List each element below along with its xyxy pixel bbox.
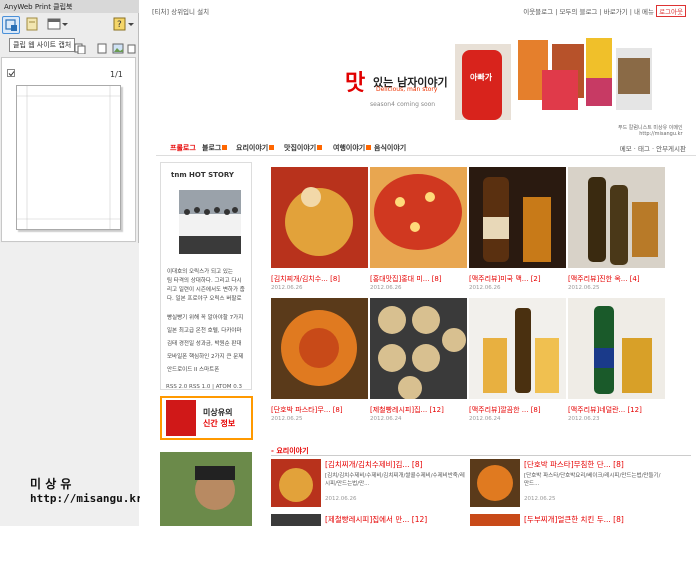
list-post[interactable]: [김치찌개/김치수제비]김... [8] [김치/김치수제비/수제비/김치찌개/… — [271, 459, 471, 514]
help-icon: ? — [113, 17, 134, 31]
tnm-story-line: 팀 타격의 상대하다. 그리고 다시 — [167, 278, 242, 284]
blog-nav: 프롤로그 블로그 요리이야기 맛집이야기 여행이야기 음식이야기 메모 · 태그… — [156, 140, 696, 156]
tnm-story-link[interactable]: 안드로이드 II 스마트폰 — [167, 365, 219, 373]
list-thumbnail — [470, 459, 520, 507]
clipbook-sidebar: AnyWeb Print 클립북 ? 클립 웹 사이트 캡처 1/1 — [0, 0, 139, 526]
page-thumbnail[interactable] — [16, 85, 121, 230]
post-thumbnail — [568, 298, 665, 399]
image-button[interactable] — [112, 43, 124, 54]
logout-button[interactable]: 로그아웃 — [656, 5, 686, 17]
capture-site-button[interactable] — [2, 16, 20, 34]
post-card[interactable]: [김치찌개/김치수... [8] 2012.06.26 — [271, 167, 368, 292]
blog-page: [티처] 상위입니 설치 이웃블로그 | 모두의 블로그 | 바로가기 | 내 … — [140, 0, 700, 526]
new-tag-icon — [366, 145, 372, 150]
list-thumbnail — [470, 514, 520, 526]
book-cover-image — [166, 400, 196, 436]
post-card[interactable]: [맥주리뷰]네덜란... [12] 2012.06.23 — [568, 298, 665, 423]
post-thumbnail — [370, 167, 467, 268]
image-icon — [112, 43, 124, 54]
copy-button[interactable] — [74, 43, 86, 54]
clip-page-panel: 1/1 — [1, 57, 136, 242]
top-right-links: 이웃블로그 | 모두의 블로그 | 바로가기 | 내 메뉴 로그아웃 — [523, 5, 686, 17]
nav-food[interactable]: 음식이야기 — [374, 143, 406, 153]
new-tag-icon — [222, 145, 228, 150]
tnm-header: tnm HOT STORY — [171, 171, 234, 179]
post-thumbnail — [271, 167, 368, 268]
nav-travel[interactable]: 여행이야기 — [333, 143, 372, 153]
top-left-notice[interactable]: [티처] 상위입니 설치 — [152, 6, 209, 16]
ad-line1: 미상유의 — [203, 408, 233, 417]
post-card[interactable]: [제철빵레시피]집... [12] 2012.06.24 — [370, 298, 467, 423]
sidebar-title: AnyWeb Print 클립북 — [0, 0, 139, 13]
window-icon — [47, 18, 68, 30]
author-photo[interactable] — [160, 452, 252, 526]
link-everyone-blog[interactable]: 모두의 블로그 — [559, 8, 597, 16]
banner-credit: 푸드 칼럼니스트 미상유 이메인 http://misangu.kr — [618, 125, 683, 137]
page-indicator: 1/1 — [110, 70, 123, 79]
delete-icon — [127, 44, 136, 54]
page-icon — [97, 43, 107, 54]
link-shortcut[interactable]: 바로가기 — [604, 8, 628, 16]
banner-book-title: 아빠가 — [470, 72, 493, 82]
ad-line2: 신간 정보 — [203, 419, 236, 428]
author-photo-image — [160, 452, 252, 526]
capture-icon — [5, 19, 17, 31]
window-button[interactable] — [46, 16, 68, 34]
rss-links[interactable]: RSS 2.0 RSS 1.0 | ATOM 0.3 — [166, 384, 242, 390]
post-card[interactable]: [맥주리뷰]진한 옥... [4] 2012.06.25 — [568, 167, 665, 292]
tnm-hot-story-box: tnm HOT STORY 이대호의 오릭스가 되고 있는 팀 타격의 상대하다… — [160, 162, 252, 390]
post-thumbnail — [271, 298, 368, 399]
logo-mat-char[interactable]: 맛 — [345, 65, 365, 97]
nav-right-links[interactable]: 메모 · 태그 · 안부게시판 — [620, 143, 686, 153]
new-tag-icon — [269, 145, 275, 150]
post-card[interactable]: [홍대맛집]홍대 미... [8] 2012.06.26 — [370, 167, 467, 292]
check-icon — [8, 71, 15, 77]
post-card[interactable]: [맥주리뷰]미국 맥... [2] 2012.06.26 — [469, 167, 566, 292]
tnm-story-link[interactable]: 일본 최고급 온천 호텔, 다카야마 — [167, 326, 242, 334]
logo-season: season4 coming soon — [370, 101, 436, 108]
post-card[interactable]: [단호박 파스타]무... [8] 2012.06.25 — [271, 298, 368, 423]
list-post[interactable]: [제철빵레시피]집에서 만... [12] — [271, 514, 471, 569]
nav-restaurants[interactable]: 맛집이야기 — [284, 143, 323, 153]
tnm-story-line[interactable]: 이대호의 오릭스가 되고 있는 — [167, 267, 233, 275]
sidebar-subtoolbar — [0, 40, 139, 56]
list-thumbnail — [271, 514, 321, 526]
logo-subtitle: Delicious, man story — [376, 86, 438, 93]
list-thumbnail — [271, 459, 321, 507]
tnm-story-line: 다. 일본 프로야구 오릭스 버팔로 — [167, 296, 242, 302]
post-thumbnail — [469, 298, 566, 399]
tnm-story-link[interactable]: 모바일폰 핵심하인 2가지 큰 문제 — [167, 352, 243, 360]
nav-prologue[interactable]: 프롤로그 — [170, 143, 196, 153]
author-name: 미 상 유 — [30, 477, 72, 491]
page-button[interactable] — [96, 43, 108, 54]
page-checkbox[interactable] — [7, 69, 15, 77]
new-book-ad[interactable]: 미상유의 신간 정보 — [160, 396, 253, 440]
svg-text:?: ? — [117, 20, 122, 30]
clip-icon — [26, 17, 38, 31]
post-thumbnail — [370, 298, 467, 399]
nav-cooking[interactable]: 요리이야기 — [236, 143, 275, 153]
help-button[interactable]: ? — [112, 16, 134, 34]
list-post[interactable]: [단호박 파스타]무침한 단... [8] [단호박 파스타/단호박요리/베이크… — [470, 459, 685, 514]
page-margin-guides — [17, 86, 120, 229]
sidebar-toolbar: ? — [0, 13, 139, 39]
author-url: http://misangu.kr — [30, 492, 143, 505]
list-post[interactable]: [두부찌개]얼큰한 치킨 두... [8] — [470, 514, 685, 569]
post-thumbnail — [568, 167, 665, 268]
link-neighbor-blog[interactable]: 이웃블로그 — [523, 8, 553, 16]
nav-blog[interactable]: 블로그 — [202, 143, 228, 153]
tnm-team-photo[interactable] — [179, 190, 241, 254]
tnm-story-link[interactable]: 빵실빵기 위해 꼭 알아야할 7가지 — [167, 313, 243, 321]
new-tag-icon — [317, 145, 323, 150]
post-card[interactable]: [맥주리뷰]깔끔한 ... [8] 2012.06.24 — [469, 298, 566, 423]
link-my-menu[interactable]: 내 메뉴 — [634, 8, 654, 16]
copy-icon — [74, 43, 86, 54]
tnm-story-link[interactable]: 김태 경전일 성과금, 박원순 판대 — [167, 339, 242, 347]
delete-button[interactable] — [126, 43, 137, 54]
tnm-story-line: 리고 일련이 시즌에서도 변하가 줍 — [167, 287, 245, 293]
section-divider — [271, 455, 691, 456]
clip-button[interactable] — [24, 16, 42, 34]
team-photo-image — [179, 190, 241, 254]
post-thumbnail — [469, 167, 566, 268]
